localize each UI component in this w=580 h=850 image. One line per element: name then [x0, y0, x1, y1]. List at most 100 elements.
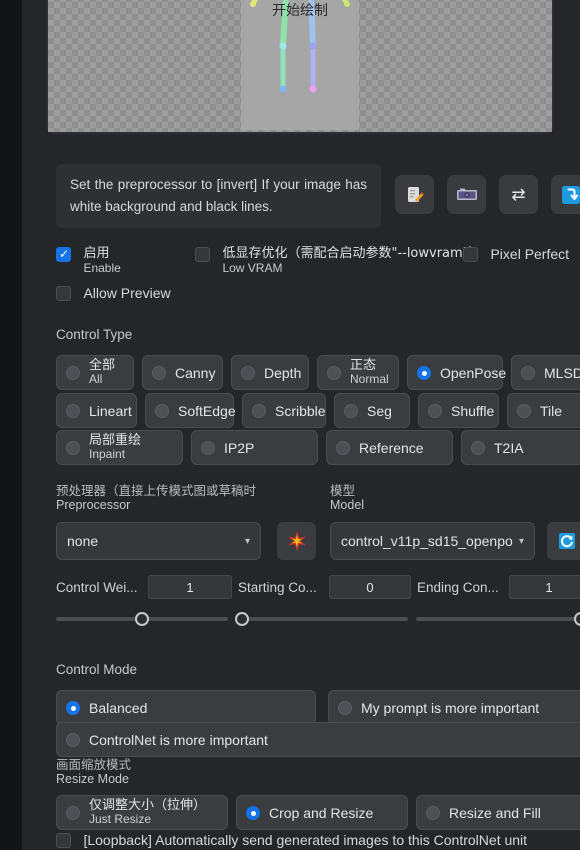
camera-icon[interactable] [447, 175, 486, 214]
enable-checkbox-row[interactable]: 启用 Enable [56, 246, 121, 275]
control-type-normal[interactable]: 正态 Normal [317, 355, 399, 390]
enable-checkbox[interactable] [56, 246, 71, 262]
shuffle-text: Shuffle [451, 402, 495, 419]
slider-knob[interactable] [235, 612, 249, 626]
radio-balanced[interactable] [66, 700, 80, 715]
preview-caption: 开始绘制 [272, 3, 328, 19]
control-type-reference[interactable]: Reference [326, 430, 453, 465]
radio-mlsd[interactable] [521, 365, 535, 380]
pixel-perfect-checkbox[interactable] [463, 247, 478, 262]
control-mode-prompt[interactable]: My prompt is more important [328, 690, 580, 725]
radio-inpaint[interactable] [66, 440, 80, 455]
radio-ip2p[interactable] [201, 440, 215, 455]
control-type-softedge[interactable]: SoftEdge [145, 393, 236, 428]
control-weight-slider[interactable] [56, 611, 228, 627]
radio-lineart[interactable] [66, 403, 80, 418]
preprocessor-label: 预处理器（直接上传模式图或草稿时 Preprocessor [56, 484, 256, 512]
radio-just-resize[interactable] [66, 805, 80, 820]
depth-text: Depth [264, 364, 302, 381]
radio-t2ia[interactable] [471, 440, 485, 455]
control-mode-controlnet[interactable]: ControlNet is more important [56, 722, 580, 757]
swap-glyph: ⇄ [511, 185, 526, 204]
loopback-checkbox-row[interactable]: [Loopback] Automatically send generated … [56, 833, 527, 850]
transparent-canvas[interactable]: 开始绘制 [48, 0, 552, 132]
radio-shuffle[interactable] [428, 403, 442, 418]
controlnet-panel: 开始绘制 Set the preprocessor to [invert] If… [22, 0, 580, 850]
just-resize-text: 仅调整大小（拉伸） Just Resize [89, 799, 206, 826]
model-label-en: Model [330, 498, 365, 512]
control-type-inpaint[interactable]: 局部重绘 Inpaint [56, 430, 183, 465]
left-gutter [0, 0, 22, 850]
radio-all[interactable] [66, 365, 80, 380]
control-type-tile[interactable]: Tile [507, 393, 580, 428]
control-type-mlsd[interactable]: MLSD [511, 355, 580, 390]
ending-step-label: Ending Con... [417, 580, 499, 595]
control-type-label: Control Type [56, 327, 133, 342]
preprocessor-select[interactable]: none ▾ [56, 522, 261, 560]
resize-mode-resize-and-fill[interactable]: Resize and Fill [416, 795, 580, 830]
allow-preview-label: Allow Preview [83, 285, 171, 301]
send-to-icon[interactable] [551, 175, 580, 214]
model-value: control_v11p_sd15_openpo [341, 533, 513, 549]
control-weight-value[interactable]: 1 [148, 575, 232, 599]
swap-icon[interactable]: ⇄ [499, 175, 538, 214]
resize-mode-label-en: Resize Mode [56, 772, 129, 786]
reference-text: Reference [359, 439, 424, 456]
radio-openpose[interactable] [417, 365, 431, 380]
t2ia-text: T2IA [494, 439, 524, 456]
resize-mode-just-resize[interactable]: 仅调整大小（拉伸） Just Resize [56, 795, 228, 830]
low-vram-checkbox-row[interactable]: 低显存优化（需配合启动参数"--lowvram"） Low VRAM [195, 247, 482, 275]
inpaint-zh: 局部重绘 [89, 433, 142, 448]
slider-knob[interactable] [574, 612, 580, 626]
just-resize-zh: 仅调整大小（拉伸） [89, 798, 207, 813]
controlnet-image-preview[interactable]: 开始绘制 [46, 0, 554, 134]
resize-mode-crop-and-resize[interactable]: Crop and Resize [236, 795, 408, 830]
control-type-seg[interactable]: Seg [334, 393, 410, 428]
radio-resize-and-fill[interactable] [426, 805, 440, 820]
control-type-canny[interactable]: Canny [142, 355, 223, 390]
run-preprocessor-button[interactable] [277, 522, 316, 560]
control-type-depth[interactable]: Depth [231, 355, 309, 390]
control-type-lineart[interactable]: Lineart [56, 393, 137, 428]
enable-label-en: Enable [83, 261, 121, 275]
radio-normal[interactable] [327, 365, 341, 380]
radio-scribble[interactable] [252, 403, 266, 418]
preprocessor-value: none [67, 533, 99, 549]
canny-text: Canny [175, 364, 216, 381]
radio-crop-and-resize[interactable] [246, 805, 260, 820]
model-select[interactable]: control_v11p_sd15_openpo ▾ [330, 522, 535, 560]
ending-step-slider[interactable] [416, 611, 580, 627]
radio-my-prompt[interactable] [338, 700, 352, 715]
radio-reference[interactable] [336, 440, 350, 455]
ending-step-value[interactable]: 1 [509, 575, 580, 599]
control-type-scribble[interactable]: Scribble [242, 393, 326, 428]
tile-text: Tile [540, 402, 563, 419]
slider-knob[interactable] [135, 612, 149, 626]
control-type-shuffle[interactable]: Shuffle [418, 393, 499, 428]
radio-tile[interactable] [517, 403, 531, 418]
control-type-ip2p[interactable]: IP2P [191, 430, 318, 465]
chevron-down-icon-model: ▾ [518, 535, 524, 547]
control-mode-balanced[interactable]: Balanced [56, 690, 316, 725]
radio-canny[interactable] [152, 365, 166, 380]
edit-image-icon[interactable] [395, 175, 434, 214]
control-type-all[interactable]: 全部 All [56, 355, 134, 390]
allow-preview-checkbox-row[interactable]: Allow Preview [56, 286, 171, 304]
control-type-openpose[interactable]: OpenPose [407, 355, 506, 390]
chevron-down-icon: ▾ [244, 535, 250, 547]
starting-step-value[interactable]: 0 [329, 575, 411, 599]
slider-track [236, 617, 408, 621]
mlsd-text: MLSD [544, 364, 580, 381]
low-vram-checkbox[interactable] [195, 247, 210, 262]
radio-seg[interactable] [344, 403, 358, 418]
control-type-t2ia[interactable]: T2IA [461, 430, 580, 465]
radio-softedge[interactable] [155, 403, 169, 418]
loopback-checkbox[interactable] [56, 833, 71, 848]
radio-depth[interactable] [241, 365, 255, 380]
pixel-perfect-checkbox-row[interactable]: Pixel Perfect [463, 247, 569, 265]
refresh-models-button[interactable] [547, 522, 580, 560]
starting-step-slider[interactable] [235, 611, 408, 627]
inpaint-en: Inpaint [89, 447, 126, 461]
radio-controlnet-important[interactable] [66, 732, 80, 747]
allow-preview-checkbox[interactable] [56, 286, 71, 301]
